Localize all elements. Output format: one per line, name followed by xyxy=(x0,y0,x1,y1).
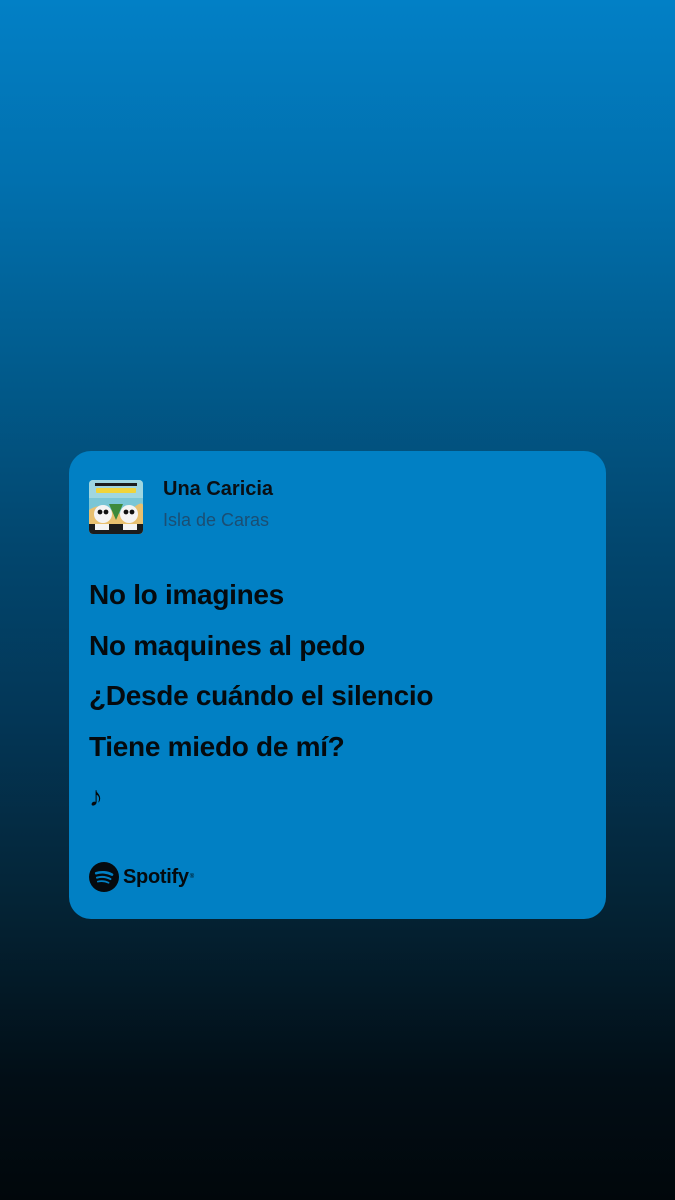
music-note: ♪ xyxy=(89,781,103,812)
lyric-line: No lo imagines xyxy=(89,579,284,610)
spotify-branding: Spotify ® xyxy=(89,862,194,892)
lyrics-block: No lo imagines No maquines al pedo ¿Desd… xyxy=(89,577,589,830)
lyric-line: ¿Desde cuándo el silencio xyxy=(89,680,434,711)
artist-name: Isla de Caras xyxy=(163,510,270,530)
lyrics-share-card: Una Caricia Isla de Caras No lo imagines… xyxy=(69,451,606,919)
album-cover xyxy=(89,480,143,534)
lyric-line: No maquines al pedo xyxy=(89,629,365,661)
lyric-line: Tiene miedo de mí? xyxy=(89,730,345,762)
spotify-logo-icon xyxy=(89,862,119,892)
spotify-wordmark: Spotify xyxy=(123,865,189,888)
song-title: Una Caricia xyxy=(163,478,274,500)
trademark-mark: ® xyxy=(189,874,195,880)
